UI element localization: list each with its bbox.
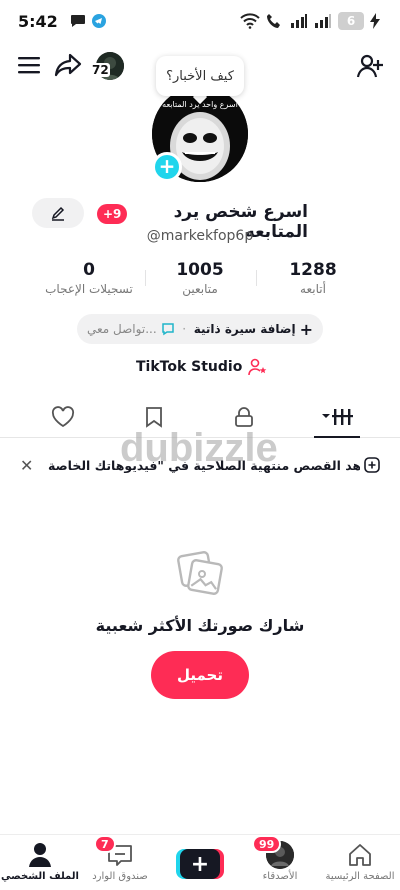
create-button[interactable]: + bbox=[176, 849, 224, 879]
stat-likes[interactable]: 0 تسجيلات الإعجاب bbox=[34, 260, 144, 296]
menu-icon[interactable] bbox=[17, 54, 41, 76]
nav-inbox-label: صندوق الوارد bbox=[92, 871, 148, 882]
person-icon bbox=[29, 843, 51, 867]
heart-icon bbox=[51, 406, 75, 428]
add-bio-label: إضافة سيرة ذاتية bbox=[193, 322, 296, 336]
bio-separator: · bbox=[182, 322, 187, 336]
expired-stories-banner[interactable]: ✕ شاهد القصص منتهية الصلاحية في "فيديوها… bbox=[0, 450, 400, 482]
chat-bubble-icon bbox=[71, 15, 85, 27]
nav-profile-label: الملف الشخصي bbox=[1, 871, 79, 882]
status-time: 5:42 bbox=[18, 12, 58, 31]
stat-following-label: أتابعه bbox=[300, 282, 326, 296]
nav-home-label: الصفحة الرئيسية bbox=[325, 871, 395, 882]
nav-inbox[interactable]: 7 صندوق الوارد bbox=[80, 835, 160, 882]
visitor-count: 72 bbox=[91, 63, 110, 77]
telegram-icon bbox=[92, 14, 106, 28]
add-story-button[interactable]: + bbox=[152, 152, 182, 182]
status-right-icons: 6 bbox=[240, 12, 380, 30]
photos-icon bbox=[177, 551, 223, 595]
studio-label: TikTok Studio bbox=[136, 359, 243, 375]
stat-likes-label: تسجيلات الإعجاب bbox=[45, 282, 133, 296]
note-bubble[interactable]: كيف الأخبار؟ bbox=[156, 56, 244, 96]
plus-icon: + bbox=[180, 849, 220, 879]
contact-label: تواصل معي... bbox=[87, 322, 157, 336]
tab-videos[interactable] bbox=[319, 402, 359, 432]
wifi-icon bbox=[240, 13, 260, 29]
empty-state-message: شارك صورتك الأكثر شعبية bbox=[95, 616, 305, 635]
signal-2-icon bbox=[315, 14, 331, 28]
bio-pill: تواصل معي... · إضافة سيرة ذاتية + bbox=[77, 314, 323, 344]
lock-icon bbox=[235, 407, 253, 427]
tab-liked[interactable] bbox=[48, 402, 78, 432]
add-story-icon bbox=[364, 457, 380, 473]
add-bio-button[interactable]: إضافة سيرة ذاتية + bbox=[194, 320, 313, 339]
signal-icon bbox=[291, 14, 307, 28]
edit-profile-button[interactable] bbox=[32, 198, 84, 228]
banner-text: شاهد القصص منتهية الصلاحية في "فيديوهاتك… bbox=[48, 458, 360, 473]
tiktok-studio-link[interactable]: TikTok Studio bbox=[136, 358, 268, 376]
notification-badge[interactable]: +9 bbox=[97, 204, 128, 224]
charging-icon bbox=[370, 13, 380, 29]
active-tab-indicator bbox=[314, 436, 360, 438]
upload-button[interactable]: تحميل bbox=[151, 651, 249, 699]
add-friend-icon[interactable] bbox=[356, 52, 384, 80]
message-icon bbox=[161, 323, 174, 336]
home-icon bbox=[349, 844, 371, 866]
stat-following[interactable]: 1288 أتابعه bbox=[258, 260, 368, 296]
share-icon[interactable] bbox=[54, 52, 82, 78]
battery-indicator: 6 bbox=[338, 12, 364, 30]
stat-followers-label: متابعين bbox=[182, 282, 218, 296]
stat-divider bbox=[256, 270, 257, 286]
nav-home[interactable]: الصفحة الرئيسية bbox=[320, 841, 400, 882]
stat-divider bbox=[145, 270, 146, 286]
bottom-navigation: الملف الشخصي 7 صندوق الوارد + 99 الأصدقا… bbox=[0, 834, 400, 890]
stat-followers-value: 1005 bbox=[176, 260, 224, 280]
studio-user-star-icon bbox=[248, 358, 267, 376]
inbox-badge: 7 bbox=[94, 835, 116, 853]
friends-badge: 99 bbox=[252, 835, 282, 853]
status-bar: 5:42 6 bbox=[0, 0, 400, 44]
status-notification-icons bbox=[70, 14, 106, 28]
nav-friends-label: الأصدقاء bbox=[262, 871, 298, 882]
close-icon[interactable]: ✕ bbox=[20, 456, 33, 475]
call-icon bbox=[267, 14, 280, 28]
plus-icon: + bbox=[299, 319, 313, 339]
nav-profile[interactable]: الملف الشخصي bbox=[0, 841, 80, 882]
bookmark-icon bbox=[146, 407, 162, 428]
videos-grid-icon bbox=[322, 409, 353, 425]
stat-following-value: 1288 bbox=[289, 260, 337, 280]
contact-button[interactable]: تواصل معي... bbox=[87, 322, 175, 336]
nav-friends[interactable]: 99 الأصدقاء bbox=[240, 835, 320, 882]
stat-followers[interactable]: 1005 متابعين bbox=[145, 260, 255, 296]
pencil-icon bbox=[51, 206, 65, 221]
username: @markekfop6p bbox=[146, 228, 254, 244]
stat-likes-value: 0 bbox=[83, 260, 95, 280]
